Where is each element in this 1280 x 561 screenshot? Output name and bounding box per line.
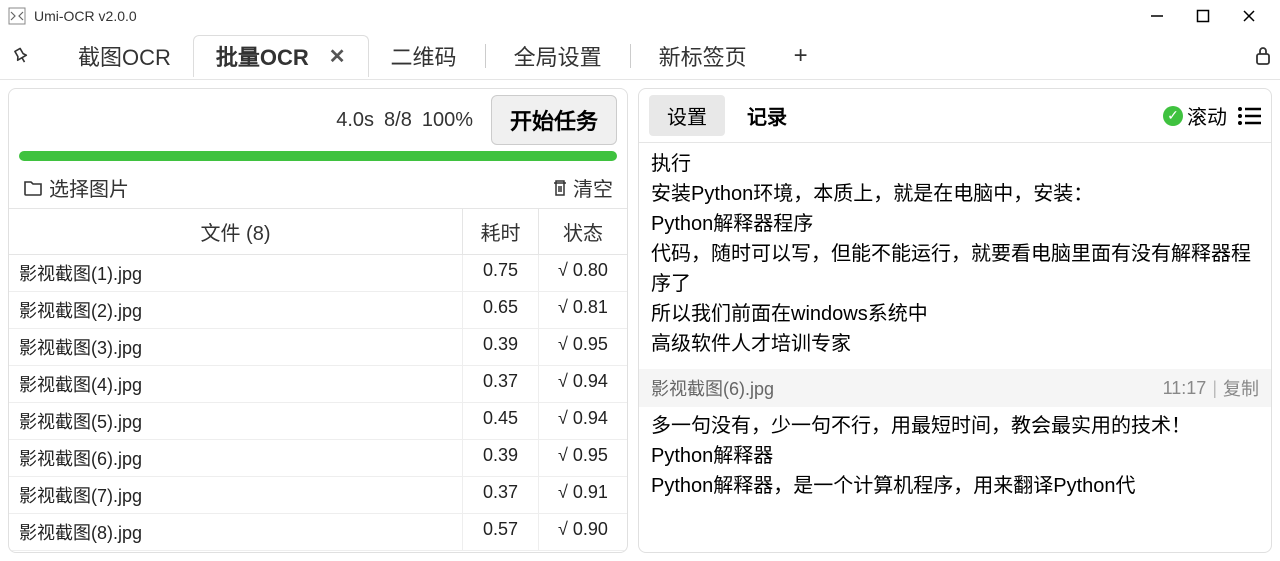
result-block: 多一句没有，少一句不行，用最短时间，教会最实用的技术！Python解释器Pyth… xyxy=(639,407,1271,511)
scroll-toggle[interactable]: ✓ 滚动 xyxy=(1163,101,1227,130)
cell-file: 影视截图(5).jpg xyxy=(9,403,463,439)
folder-icon xyxy=(23,179,43,197)
menu-icon[interactable] xyxy=(1237,106,1261,126)
table-row[interactable]: 影视截图(3).jpg0.39√ 0.95 xyxy=(9,329,627,366)
cell-file: 影视截图(6).jpg xyxy=(9,440,463,476)
trash-icon xyxy=(551,178,569,198)
progress-stats: 4.0s 8/8 100% xyxy=(336,109,473,132)
cell-status: √ 0.95 xyxy=(539,440,627,476)
table-row[interactable]: 影视截图(5).jpg0.45√ 0.94 xyxy=(9,403,627,440)
select-images-button[interactable]: 选择图片 xyxy=(23,173,129,202)
column-file: 文件 (8) xyxy=(9,209,463,254)
cell-status: √ 0.81 xyxy=(539,292,627,328)
tab-new[interactable]: 新标签页 xyxy=(637,35,769,77)
result-time: 11:17 xyxy=(1163,378,1207,399)
table-header: 文件 (8) 耗时 状态 xyxy=(9,209,627,255)
tab-label: 批量OCR xyxy=(216,40,309,72)
cell-status: √ 0.94 xyxy=(539,366,627,402)
titlebar: Umi-OCR v2.0.0 xyxy=(0,0,1280,32)
app-title: Umi-OCR v2.0.0 xyxy=(34,8,137,24)
tabbar: 截图OCR 批量OCR ✕ 二维码 全局设置 新标签页 + xyxy=(0,32,1280,80)
select-images-label: 选择图片 xyxy=(49,173,129,202)
table-body: 影视截图(1).jpg0.75√ 0.80影视截图(2).jpg0.65√ 0.… xyxy=(9,255,627,552)
cell-file: 影视截图(2).jpg xyxy=(9,292,463,328)
result-entry-header: 影视截图(6).jpg11:17|复制 xyxy=(639,369,1271,407)
clear-label: 清空 xyxy=(573,173,613,202)
app-icon xyxy=(8,6,28,26)
results-list: 执行安装Python环境，本质上，就是在电脑中，安装：Python解释器程序代码… xyxy=(639,143,1271,552)
cell-time: 0.39 xyxy=(463,329,539,365)
left-header: 4.0s 8/8 100% 开始任务 xyxy=(9,89,627,151)
result-text: 多一句没有，少一句不行，用最短时间，教会最实用的技术！Python解释器Pyth… xyxy=(651,411,1259,501)
result-block: 执行安装Python环境，本质上，就是在电脑中，安装：Python解释器程序代码… xyxy=(639,145,1271,369)
main-content: 4.0s 8/8 100% 开始任务 选择图片 清空 文件 (8) 耗时 状态 … xyxy=(0,80,1280,561)
table-row[interactable]: 影视截图(4).jpg0.37√ 0.94 xyxy=(9,366,627,403)
copy-button[interactable]: 复制 xyxy=(1223,375,1259,401)
result-filename: 影视截图(6).jpg xyxy=(651,375,1163,401)
tab-separator xyxy=(485,44,486,68)
tab-screenshot-ocr[interactable]: 截图OCR xyxy=(56,35,193,77)
lock-icon[interactable] xyxy=(1254,46,1272,66)
right-header: 设置 记录 ✓ 滚动 xyxy=(639,89,1271,143)
cell-time: 0.65 xyxy=(463,292,539,328)
window-close-button[interactable] xyxy=(1226,1,1272,31)
cell-status: √ 0.90 xyxy=(539,514,627,550)
cell-file: 影视截图(8).jpg xyxy=(9,514,463,550)
cell-status: √ 0.91 xyxy=(539,477,627,513)
tab-close-icon[interactable]: ✕ xyxy=(329,44,346,69)
cell-time: 0.75 xyxy=(463,255,539,291)
cell-file: 影视截图(3).jpg xyxy=(9,329,463,365)
elapsed-time: 4.0s xyxy=(336,109,374,132)
cell-time: 0.37 xyxy=(463,477,539,513)
start-task-button[interactable]: 开始任务 xyxy=(491,95,617,145)
cell-time: 0.37 xyxy=(463,366,539,402)
progress-percent: 100% xyxy=(422,109,473,132)
table-row[interactable]: 影视截图(7).jpg0.37√ 0.91 xyxy=(9,477,627,514)
table-row[interactable]: 影视截图(2).jpg0.65√ 0.81 xyxy=(9,292,627,329)
cell-status: √ 0.95 xyxy=(539,329,627,365)
window-maximize-button[interactable] xyxy=(1180,1,1226,31)
cell-file: 影视截图(7).jpg xyxy=(9,477,463,513)
right-tab-records[interactable]: 记录 xyxy=(729,95,805,136)
column-status: 状态 xyxy=(539,209,627,254)
right-tab-settings[interactable]: 设置 xyxy=(649,95,725,136)
scroll-label: 滚动 xyxy=(1187,101,1227,130)
table-row[interactable]: 影视截图(8).jpg0.57√ 0.90 xyxy=(9,514,627,551)
clear-button[interactable]: 清空 xyxy=(551,173,613,202)
cell-status: √ 0.80 xyxy=(539,255,627,291)
tab-qrcode[interactable]: 二维码 xyxy=(369,35,479,77)
window-minimize-button[interactable] xyxy=(1134,1,1180,31)
cell-file: 影视截图(4).jpg xyxy=(9,366,463,402)
tab-batch-ocr[interactable]: 批量OCR ✕ xyxy=(193,35,369,77)
file-operations: 选择图片 清空 xyxy=(9,167,627,209)
tab-label: 截图OCR xyxy=(78,40,171,72)
cell-time: 0.39 xyxy=(463,440,539,476)
add-tab-button[interactable]: + xyxy=(781,42,821,70)
cell-time: 0.57 xyxy=(463,514,539,550)
tab-global-settings[interactable]: 全局设置 xyxy=(492,35,624,77)
tab-separator xyxy=(630,44,631,68)
table-row[interactable]: 影视截图(6).jpg0.39√ 0.95 xyxy=(9,440,627,477)
cell-time: 0.45 xyxy=(463,403,539,439)
cell-status: √ 0.94 xyxy=(539,403,627,439)
cell-file: 影视截图(1).jpg xyxy=(9,255,463,291)
tab-label: 全局设置 xyxy=(514,40,602,72)
tab-label: 新标签页 xyxy=(659,40,747,72)
check-icon: ✓ xyxy=(1163,106,1183,126)
tab-label: 二维码 xyxy=(391,40,457,72)
table-row[interactable]: 影视截图(1).jpg0.75√ 0.80 xyxy=(9,255,627,292)
progress-bar xyxy=(19,151,617,161)
left-panel: 4.0s 8/8 100% 开始任务 选择图片 清空 文件 (8) 耗时 状态 … xyxy=(8,88,628,553)
pin-icon[interactable] xyxy=(12,47,40,65)
right-panel: 设置 记录 ✓ 滚动 执行安装Python环境，本质上，就是在电脑中，安装：Py… xyxy=(638,88,1272,553)
column-time: 耗时 xyxy=(463,209,539,254)
progress-count: 8/8 xyxy=(384,109,412,132)
result-text: 执行安装Python环境，本质上，就是在电脑中，安装：Python解释器程序代码… xyxy=(651,149,1259,359)
